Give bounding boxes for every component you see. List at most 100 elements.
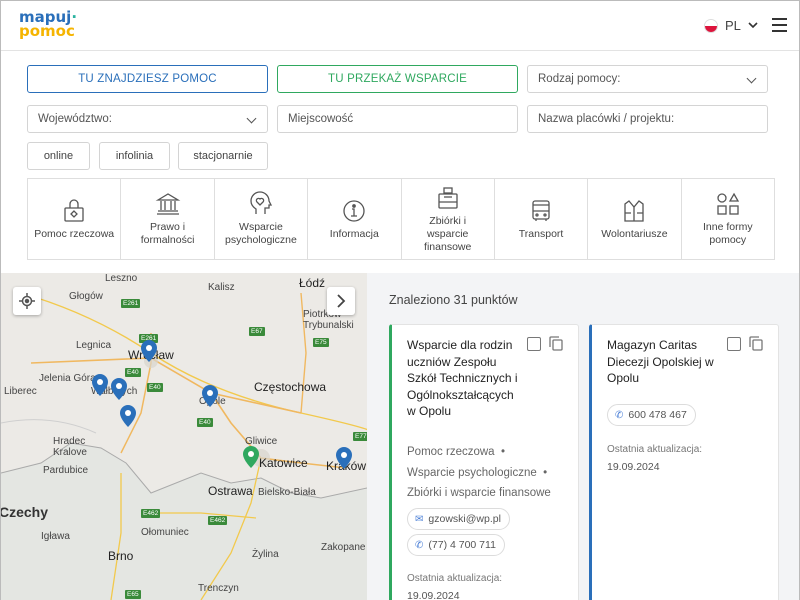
category-label: Wolontariusze — [601, 227, 668, 240]
updated-label: Ostatnia aktualizacja: — [407, 573, 503, 584]
results-panel: Znaleziono 31 punktów Wsparcie dla rodzi… — [367, 273, 799, 600]
result-title[interactable]: Wsparcie dla rodzin uczniów Zespołu Szkó… — [407, 337, 522, 420]
updated-value: 19.09.2024 — [407, 590, 460, 600]
locate-me-button[interactable] — [13, 287, 41, 315]
result-tags: Pomoc rzeczowa • Wsparcie psychologiczne… — [407, 446, 551, 499]
map-label-legnica: Legnica — [76, 340, 112, 351]
courthouse-icon — [155, 193, 180, 215]
category-grid: Pomoc rzeczowa Prawo i formalności Wspar… — [27, 178, 775, 260]
gift-bag-icon — [64, 198, 84, 222]
map-pin[interactable] — [111, 378, 127, 400]
updated-label: Ostatnia aktualizacja: — [607, 444, 703, 455]
map-label-czestochowa: Częstochowa — [254, 380, 327, 394]
info-icon — [343, 199, 365, 222]
category-pomoc-rzeczowa[interactable]: Pomoc rzeczowa — [28, 179, 122, 259]
category-zbiorki[interactable]: Zbiórki i wsparcie finansowe — [402, 179, 495, 259]
map-label-brno: Brno — [108, 549, 134, 563]
find-help-button[interactable]: TU ZNAJDZIESZ POMOC — [27, 65, 268, 93]
road-sign: E67 — [249, 327, 265, 336]
category-transport[interactable]: Transport — [495, 179, 589, 259]
map-label-zakopane: Zakopane — [321, 542, 366, 553]
result-checkbox[interactable] — [527, 337, 541, 351]
email-value: gzowski@wp.pl — [428, 513, 501, 525]
city-input[interactable]: Miejscowość — [277, 105, 518, 133]
chip-infolinia[interactable]: infolinia — [99, 142, 170, 170]
road-sign: E40 — [125, 368, 141, 377]
category-label: Transport — [518, 227, 564, 240]
road-sign: E65 — [125, 590, 141, 599]
chip-stacjonarnie[interactable]: stacjonarnie — [178, 142, 268, 170]
category-informacja[interactable]: Informacja — [308, 179, 402, 259]
result-checkbox[interactable] — [727, 337, 741, 351]
place-name-input[interactable]: Nazwa placówki / projektu: — [527, 105, 768, 133]
result-card[interactable]: Wsparcie dla rodzin uczniów Zespołu Szkó… — [389, 324, 579, 600]
map[interactable]: Leszno Łódź Kalisz Głogów Piotrków Trybu… — [1, 273, 367, 600]
help-type-select[interactable]: Rodzaj pomocy: — [527, 65, 768, 93]
copy-icon[interactable] — [549, 336, 563, 351]
category-label: Informacja — [329, 227, 379, 240]
hamburger-menu-icon[interactable] — [772, 18, 787, 32]
place-name-placeholder: Nazwa placówki / projektu: — [538, 113, 675, 125]
language-label: PL — [725, 18, 741, 33]
voivodeship-select[interactable]: Województwo: — [27, 105, 268, 133]
map-pin[interactable] — [141, 340, 157, 362]
category-prawo[interactable]: Prawo i formalności — [121, 179, 215, 259]
result-tag: Zbiórki i wsparcie finansowe — [407, 487, 551, 499]
map-label-liberec: Liberec — [4, 386, 37, 397]
map-pin[interactable] — [336, 447, 352, 469]
copy-icon[interactable] — [749, 336, 763, 351]
map-pin-selected[interactable] — [243, 446, 259, 468]
category-label: Prawo i formalności — [140, 221, 195, 246]
result-tag: Pomoc rzeczowa — [407, 446, 495, 458]
chevron-down-icon — [246, 113, 257, 124]
category-label: Pomoc rzeczowa — [34, 227, 115, 240]
bus-icon — [532, 199, 550, 221]
logo[interactable]: mapuj· pomoc — [19, 10, 77, 39]
road-sign: E40 — [147, 383, 163, 392]
voivodeship-placeholder: Województwo: — [38, 113, 112, 125]
result-card[interactable]: Magazyn Caritas Diecezji Opolskiej w Opo… — [589, 324, 779, 600]
map-label-glogow: Głogów — [69, 291, 103, 302]
phone-link[interactable]: ✆ 600 478 467 — [607, 404, 696, 426]
head-heart-icon — [250, 191, 272, 214]
map-label-kalisz: Kalisz — [208, 282, 235, 293]
chip-online[interactable]: online — [27, 142, 90, 170]
category-label: Wsparcie psychologiczne — [225, 221, 297, 246]
category-label: Zbiórki i wsparcie finansowe — [424, 214, 472, 253]
phone-link[interactable]: ✆ (77) 4 700 711 — [407, 534, 505, 556]
map-expand-button[interactable] — [327, 287, 355, 315]
result-title[interactable]: Magazyn Caritas Diecezji Opolskiej w Opo… — [607, 337, 722, 387]
map-label-czechy: Czechy — [1, 504, 49, 520]
help-type-placeholder: Rodzaj pomocy: — [538, 73, 621, 85]
map-label-leszno: Leszno — [105, 273, 138, 284]
category-inne[interactable]: Inne formy pomocy — [682, 179, 774, 259]
road-sign: E40 — [197, 418, 213, 427]
results-count: Znaleziono 31 punktów — [389, 293, 518, 307]
phone-icon: ✆ — [415, 539, 424, 551]
category-wsparcie-psychologiczne[interactable]: Wsparcie psychologiczne — [215, 179, 309, 259]
road-sign: E462 — [141, 509, 161, 518]
category-wolontariusze[interactable]: Wolontariusze — [588, 179, 682, 259]
road-sign: E75 — [313, 338, 329, 347]
road-sign: E77 — [353, 432, 367, 441]
crosshair-icon — [19, 293, 35, 309]
map-label-jelenia-gora: Jelenia Góra — [39, 373, 96, 384]
map-label-ostrawa: Ostrawa — [208, 484, 253, 498]
shapes-icon — [717, 192, 739, 215]
category-label: Inne formy pomocy — [703, 221, 753, 246]
result-tag: Wsparcie psychologiczne — [407, 466, 537, 479]
phone-icon: ✆ — [615, 409, 624, 421]
map-label-pardubice: Pardubice — [43, 465, 89, 476]
envelope-icon: ✉ — [415, 513, 424, 525]
map-pin[interactable] — [120, 405, 136, 427]
language-selector[interactable]: PL — [704, 18, 758, 33]
map-pin[interactable] — [92, 374, 108, 396]
map-label-olomouniec: Ołomuniec — [141, 527, 189, 538]
phone-value: (77) 4 700 711 — [428, 539, 496, 551]
map-pin[interactable] — [202, 385, 218, 407]
give-support-button[interactable]: TU PRZEKAŻ WSPARCIE — [277, 65, 518, 93]
email-link[interactable]: ✉ gzowski@wp.pl — [407, 508, 510, 530]
header: mapuj· pomoc PL — [1, 1, 799, 51]
map-label-bielsko-biala: Bielsko-Biała — [258, 487, 316, 498]
updated-value: 19.09.2024 — [607, 461, 660, 473]
